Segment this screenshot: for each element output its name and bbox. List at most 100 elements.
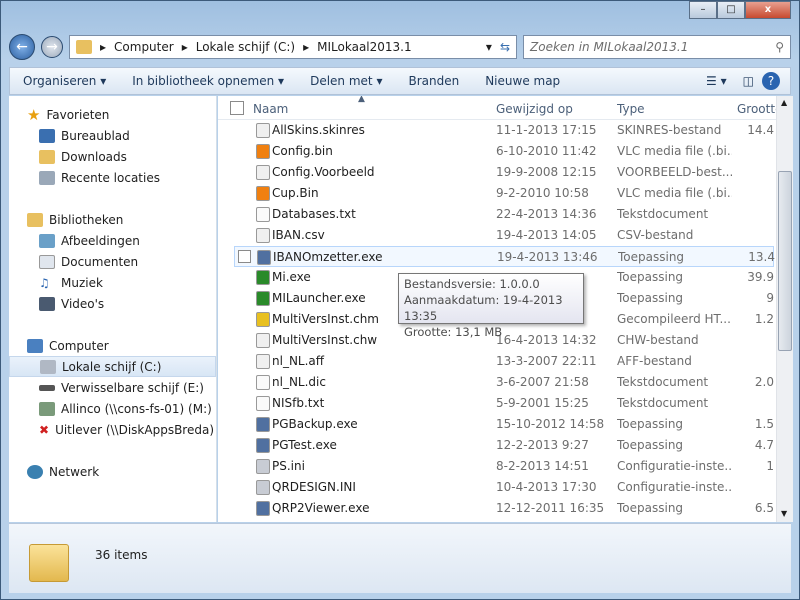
explorer-window: – □ x ← → ▸ Computer ▸ Lokale schijf (C:…: [0, 0, 800, 600]
tooltip-size: Grootte: 13,1 MB: [404, 325, 503, 339]
breadcrumb-separator-icon: ▸: [181, 40, 188, 54]
sidebar-item-videos[interactable]: Video's: [9, 293, 216, 314]
exe-icon: [256, 501, 270, 516]
details-pane: 36 items: [9, 523, 791, 593]
breadcrumb-separator-icon: ▸: [303, 40, 310, 54]
sidebar-item-music[interactable]: ♫ Muziek: [9, 272, 216, 293]
file-name: PGTest.exe: [272, 438, 337, 452]
row-checkbox[interactable]: [238, 250, 251, 263]
documents-icon: [39, 254, 55, 269]
refresh-icon[interactable]: ⇆: [500, 40, 510, 54]
item-count: 36 items: [95, 548, 148, 562]
column-name[interactable]: Naam: [253, 102, 288, 116]
file-type: Configuratie-inste...: [617, 480, 732, 494]
settings-file-icon: [256, 480, 270, 495]
file-row[interactable]: QRDESIGN.INI 10-4-2013 17:30 Configuratie-…: [234, 477, 774, 498]
file-type: Tekstdocument: [617, 396, 709, 410]
column-size[interactable]: Grootte: [737, 102, 777, 116]
file-row[interactable]: Databases.txt 22-4-2013 14:36 Tekstdocumen…: [234, 204, 774, 225]
sidebar-favorites[interactable]: ★ Favorieten: [9, 104, 216, 125]
minimize-button[interactable]: –: [689, 1, 717, 19]
burn-button[interactable]: Branden: [395, 74, 472, 88]
new-folder-button[interactable]: Nieuwe map: [472, 74, 573, 88]
breadcrumb-folder[interactable]: MILokaal2013.1: [317, 40, 411, 54]
file-type: CSV-bestand: [617, 228, 694, 242]
file-row[interactable]: PS.ini 8-2-2013 14:51 Configuratie-inste..…: [234, 456, 774, 477]
sidebar-item-local-disk[interactable]: Lokale schijf (C:): [9, 356, 216, 377]
file-row[interactable]: AllSkins.skinres 11-1-2013 17:15 SKINRES-b…: [234, 120, 774, 141]
organize-menu[interactable]: Organiseren ▾: [10, 74, 119, 88]
include-library-menu[interactable]: In bibliotheek opnemen ▾: [119, 74, 297, 88]
network-icon: [27, 464, 43, 479]
recent-places-icon: [39, 170, 55, 185]
sidebar-computer[interactable]: Computer: [9, 335, 216, 356]
address-bar[interactable]: ▸ Computer ▸ Lokale schijf (C:) ▸ MILoka…: [69, 35, 517, 59]
file-date: 10-4-2013 17:30: [496, 480, 597, 494]
search-input[interactable]: Zoeken in MILokaal2013.1 ⚲: [523, 35, 791, 59]
back-button[interactable]: ←: [9, 34, 35, 60]
computer-icon: [27, 338, 43, 353]
column-type[interactable]: Type: [617, 102, 645, 116]
file-type: SKINRES-bestand: [617, 123, 722, 137]
file-row[interactable]: QRP2Viewer.exe 12-12-2011 16:35 Toepassing…: [234, 498, 774, 519]
file-icon: [256, 354, 270, 369]
sidebar-item-removable[interactable]: Verwisselbare schijf (E:): [9, 377, 216, 398]
sidebar-item-network-drive-z[interactable]: ✖Uitlever (\\DiskAppsBreda) (Z:): [9, 419, 216, 440]
file-tooltip: Bestandsversie: 1.0.0.0 Aanmaakdatum: 19…: [398, 273, 584, 339]
file-row[interactable]: Cup.Bin 9-2-2010 10:58 VLC media file (.bi…: [234, 183, 774, 204]
file-row[interactable]: Config.bin 6-10-2010 11:42 VLC media file …: [234, 141, 774, 162]
vlc-icon: [256, 144, 270, 159]
file-type: Toepassing: [617, 438, 684, 452]
star-icon: ★: [27, 105, 41, 124]
file-row[interactable]: NISfb.txt 5-9-2001 15:25 Tekstdocument: [234, 393, 774, 414]
close-button[interactable]: x: [745, 1, 791, 19]
file-name: Cup.Bin: [272, 186, 319, 200]
sort-indicator-icon: ▲: [358, 96, 365, 104]
drive-icon: [40, 359, 56, 374]
sidebar-item-desktop[interactable]: Bureaublad: [9, 125, 216, 146]
breadcrumb-computer[interactable]: Computer: [114, 40, 174, 54]
select-all-checkbox[interactable]: [230, 101, 244, 115]
sidebar-item-network-drive-m[interactable]: Allinco (\\cons-fs-01) (M:): [9, 398, 216, 419]
sidebar-item-recent[interactable]: Recente locaties: [9, 167, 216, 188]
file-row[interactable]: PGTest.exe 12-2-2013 9:27 Toepassing 4.7: [234, 435, 774, 456]
vertical-scrollbar[interactable]: ▲ ▼: [776, 96, 793, 522]
file-type: Gecompileerd HT...: [617, 312, 731, 326]
help-icon[interactable]: ?: [762, 72, 780, 90]
sidebar-item-downloads[interactable]: Downloads: [9, 146, 216, 167]
file-name: AllSkins.skinres: [272, 123, 365, 137]
dropdown-icon[interactable]: ▾: [486, 40, 492, 54]
network-drive-icon: [39, 401, 55, 416]
file-row[interactable]: nl_NL.aff 13-3-2007 22:11 AFF-bestand: [234, 351, 774, 372]
file-size: 1.2: [754, 312, 774, 326]
maximize-button[interactable]: □: [717, 1, 745, 19]
sidebar-libraries[interactable]: Bibliotheken: [9, 209, 216, 230]
file-name: QRDESIGN.INI: [272, 480, 356, 494]
file-size: 14.4: [747, 123, 774, 137]
sidebar-network[interactable]: Netwerk: [9, 461, 216, 482]
help-icon: [256, 312, 270, 327]
breadcrumb-drive[interactable]: Lokale schijf (C:): [196, 40, 295, 54]
file-size: 2.0: [754, 375, 774, 389]
file-row[interactable]: nl_NL.dic 3-6-2007 21:58 Tekstdocument 2.0: [234, 372, 774, 393]
forward-button[interactable]: →: [41, 36, 63, 58]
share-menu[interactable]: Delen met ▾: [297, 74, 395, 88]
app-icon: [256, 270, 270, 285]
file-row[interactable]: PGBackup.exe 15-10-2012 14:58 Toepassing 1.…: [234, 414, 774, 435]
text-file-icon: [256, 396, 270, 411]
preview-pane-icon[interactable]: ◫: [735, 74, 762, 88]
pictures-icon: [39, 233, 55, 248]
view-options-icon[interactable]: ☰ ▾: [698, 74, 735, 88]
file-type: Tekstdocument: [617, 375, 709, 389]
column-date[interactable]: Gewijzigd op: [496, 102, 573, 116]
file-size: 39.9: [747, 270, 774, 284]
text-file-icon: [256, 207, 270, 222]
file-type: Toepassing: [617, 501, 684, 515]
sidebar-item-documents[interactable]: Documenten: [9, 251, 216, 272]
file-row[interactable]: Config.Voorbeeld 19-9-2008 12:15 VOORBEELD…: [234, 162, 774, 183]
sidebar-item-pictures[interactable]: Afbeeldingen: [9, 230, 216, 251]
file-row[interactable]: IBAN.csv 19-4-2013 14:05 CSV-bestand: [234, 225, 774, 246]
file-date: 22-4-2013 14:36: [496, 207, 597, 221]
scrollbar-thumb[interactable]: [778, 171, 792, 351]
file-row[interactable]: IBANOmzetter.exe 19-4-2013 13:46 Toepassin…: [234, 246, 775, 267]
